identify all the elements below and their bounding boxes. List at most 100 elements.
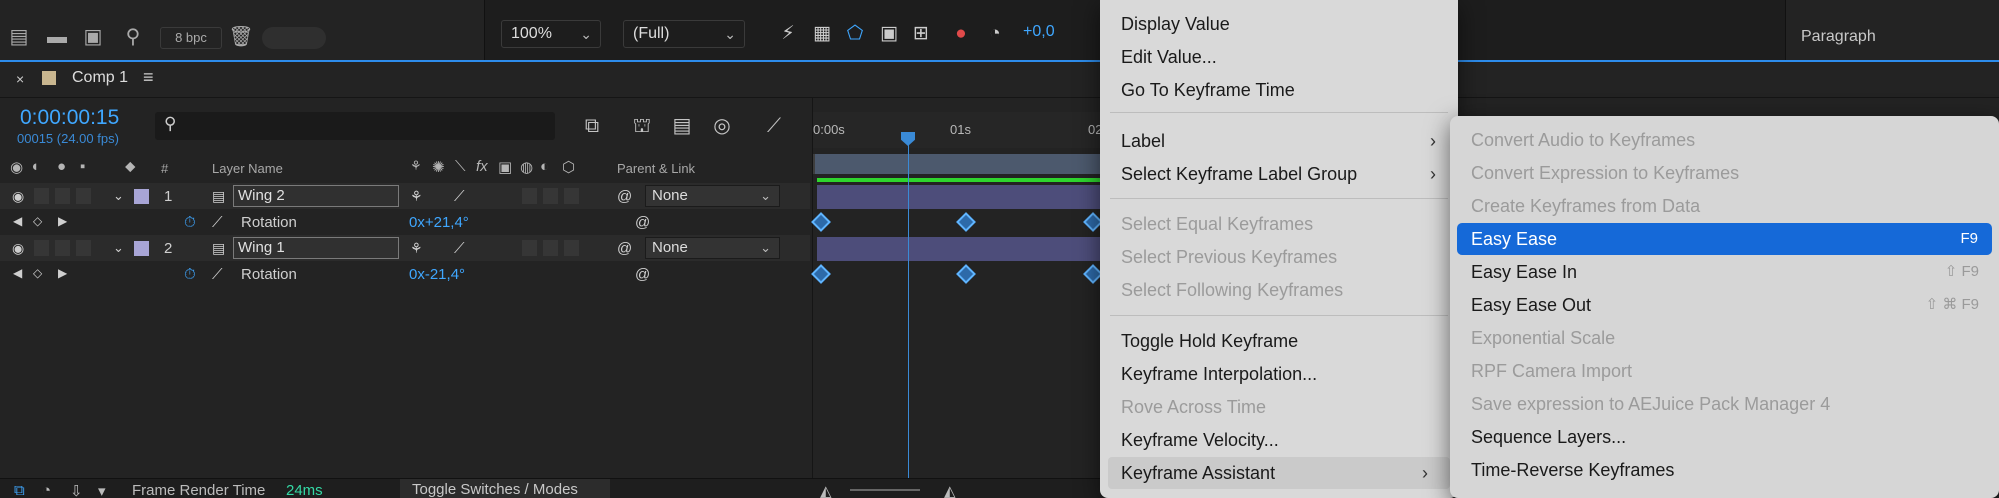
- column-number[interactable]: #: [161, 161, 168, 176]
- add-keyframe-icon[interactable]: ◇: [33, 266, 42, 280]
- quality-switch-icon[interactable]: ⟋: [454, 188, 465, 205]
- exposure-value[interactable]: +0,0: [1023, 23, 1055, 41]
- pickwhip-icon[interactable]: @: [617, 240, 632, 257]
- column-parent-link[interactable]: Parent & Link: [617, 161, 695, 176]
- in-out-icon[interactable]: ⇩: [70, 482, 83, 498]
- keyframe-marker[interactable]: [811, 264, 831, 284]
- menu-item-display-value[interactable]: Display Value: [1100, 8, 1458, 40]
- toggle-switches-modes-button[interactable]: Toggle Switches / Modes: [400, 479, 610, 498]
- menu-item-keyframe-assistant[interactable]: Keyframe Assistant ›: [1108, 457, 1450, 489]
- expression-pickwhip-icon[interactable]: @: [635, 214, 650, 231]
- fx-icon[interactable]: fx: [476, 158, 488, 175]
- composition-flowchart-icon[interactable]: ⧉: [578, 112, 606, 140]
- property-row[interactable]: ◀ ◇ ▶ ⏱ ⟋ Rotation 0x+21,4° @: [0, 209, 810, 235]
- eye-icon[interactable]: ◉: [12, 240, 24, 257]
- add-keyframe-icon[interactable]: ◇: [33, 214, 42, 228]
- keyframe-marker[interactable]: [956, 212, 976, 232]
- paragraph-panel-title[interactable]: Paragraph: [1801, 28, 1876, 46]
- grid-guides-icon[interactable]: ⊞: [909, 22, 933, 46]
- project-slider[interactable]: [262, 27, 326, 49]
- lock-icon[interactable]: ▪: [80, 158, 85, 175]
- quality-icon[interactable]: ⟍: [455, 158, 466, 175]
- comp-tab-name[interactable]: Comp 1: [72, 69, 128, 87]
- prev-keyframe-icon[interactable]: ◀: [13, 266, 22, 280]
- motion-blur-icon[interactable]: ◎: [708, 112, 736, 140]
- zoom-in-icon[interactable]: ◭: [944, 482, 956, 498]
- interpret-footage-icon[interactable]: ▤: [6, 24, 32, 50]
- timeline-graph-area[interactable]: 0:00s 01s 02s: [811, 98, 1109, 498]
- close-tab-icon[interactable]: ×: [16, 71, 24, 87]
- eye-icon[interactable]: ◉: [12, 188, 24, 205]
- menu-item-keyframe-velocity[interactable]: Keyframe Velocity...: [1100, 424, 1458, 456]
- switch-cell[interactable]: [543, 188, 558, 204]
- solo-icon[interactable]: ●: [57, 158, 66, 175]
- solo-switch[interactable]: [55, 240, 70, 256]
- column-layer-name[interactable]: Layer Name: [212, 161, 283, 176]
- next-keyframe-icon[interactable]: ▶: [58, 214, 67, 228]
- submenu-item-easy-ease-in[interactable]: Easy Ease In ⇧ F9: [1450, 256, 1999, 288]
- prev-keyframe-icon[interactable]: ◀: [13, 214, 22, 228]
- menu-item-edit-value[interactable]: Edit Value...: [1100, 41, 1458, 73]
- layer-switches-icon[interactable]: ⧉: [14, 482, 25, 498]
- layer-row[interactable]: ◉ ⌄ 2 ▤ Wing 1 ⚘ ⟋ @ None ⌄: [0, 235, 810, 261]
- flowchart-icon[interactable]: ⚲: [120, 24, 146, 50]
- work-area-bar[interactable]: [813, 154, 1101, 174]
- menu-item-select-keyframe-label-group[interactable]: Select Keyframe Label Group ›: [1100, 158, 1458, 190]
- keyframe-marker[interactable]: [811, 212, 831, 232]
- timeline-zoom-slider[interactable]: [850, 489, 920, 491]
- shy-switch-icon[interactable]: ⚘: [410, 240, 423, 257]
- switch-cell[interactable]: [522, 188, 537, 204]
- new-folder-icon[interactable]: ▬: [44, 24, 70, 50]
- render-time-icon[interactable]: ▾: [98, 482, 106, 498]
- shy-switch-icon[interactable]: ⚘: [410, 188, 423, 205]
- mask-visibility-icon[interactable]: ⬠: [843, 22, 867, 46]
- time-ruler[interactable]: 0:00s 01s 02s: [813, 112, 1109, 148]
- layer-label-color[interactable]: [134, 189, 149, 204]
- parent-dropdown[interactable]: None ⌄: [645, 237, 780, 259]
- zoom-dropdown[interactable]: 100% ⌄: [501, 20, 601, 48]
- 3d-layer-icon[interactable]: ⬡: [562, 158, 575, 176]
- lock-switch[interactable]: [76, 188, 91, 204]
- layer-duration-bar[interactable]: [817, 237, 1101, 261]
- new-composition-icon[interactable]: ▣: [80, 24, 106, 50]
- lock-switch[interactable]: [76, 240, 91, 256]
- keyframe-marker[interactable]: [956, 264, 976, 284]
- graph-icon[interactable]: ⟋: [212, 214, 223, 231]
- video-eye-icon[interactable]: ◉: [10, 158, 23, 176]
- submenu-item-easy-ease-out[interactable]: Easy Ease Out ⇧ ⌘ F9: [1450, 289, 1999, 321]
- channels-icon[interactable]: ●: [949, 22, 973, 46]
- fast-previews-icon[interactable]: ⚡: [776, 22, 800, 46]
- submenu-item-sequence-layers[interactable]: Sequence Layers...: [1450, 421, 1999, 453]
- resolution-dropdown[interactable]: (Full) ⌄: [623, 20, 745, 48]
- next-keyframe-icon[interactable]: ▶: [58, 266, 67, 280]
- solo-switch[interactable]: [55, 188, 70, 204]
- shy-icon[interactable]: ⚘: [410, 158, 422, 174]
- layer-name-field[interactable]: Wing 1: [233, 237, 399, 259]
- transparency-grid-icon[interactable]: ▦: [810, 22, 834, 46]
- transfer-controls-icon[interactable]: ◔: [42, 482, 51, 498]
- layer-row[interactable]: ◉ ⌄ 1 ▤ Wing 2 ⚘ ⟋ @ None ⌄: [0, 183, 810, 209]
- trash-icon[interactable]: 🗑: [228, 24, 254, 50]
- adjustment-layer-icon[interactable]: ◐: [540, 158, 549, 175]
- layer-search-input[interactable]: ⚲: [155, 112, 555, 140]
- graph-icon[interactable]: ⟋: [212, 266, 223, 283]
- switch-cell[interactable]: [543, 240, 558, 256]
- pickwhip-icon[interactable]: @: [617, 188, 632, 205]
- zoom-out-icon[interactable]: ◭: [820, 482, 832, 498]
- exposure-reset-icon[interactable]: ◔: [983, 22, 1007, 46]
- bit-depth-button[interactable]: 8 bpc: [160, 27, 222, 49]
- menu-item-toggle-hold-keyframe[interactable]: Toggle Hold Keyframe: [1100, 325, 1458, 357]
- chevron-down-icon[interactable]: ⌄: [113, 240, 124, 256]
- audio-switch[interactable]: [34, 188, 49, 204]
- menu-item-keyframe-interpolation[interactable]: Keyframe Interpolation...: [1100, 358, 1458, 390]
- layer-duration-bar[interactable]: [817, 185, 1101, 209]
- quality-switch-icon[interactable]: ⟋: [454, 240, 465, 257]
- panel-menu-icon[interactable]: ≡: [143, 67, 154, 88]
- switch-cell[interactable]: [522, 240, 537, 256]
- property-value[interactable]: 0x+21,4°: [409, 214, 469, 231]
- menu-item-go-to-keyframe-time[interactable]: Go To Keyframe Time: [1100, 74, 1458, 106]
- region-of-interest-icon[interactable]: ▣: [877, 22, 901, 46]
- menu-item-label[interactable]: Label ›: [1100, 125, 1458, 157]
- stopwatch-icon[interactable]: ⏱: [184, 214, 196, 231]
- chevron-down-icon[interactable]: ⌄: [113, 188, 124, 204]
